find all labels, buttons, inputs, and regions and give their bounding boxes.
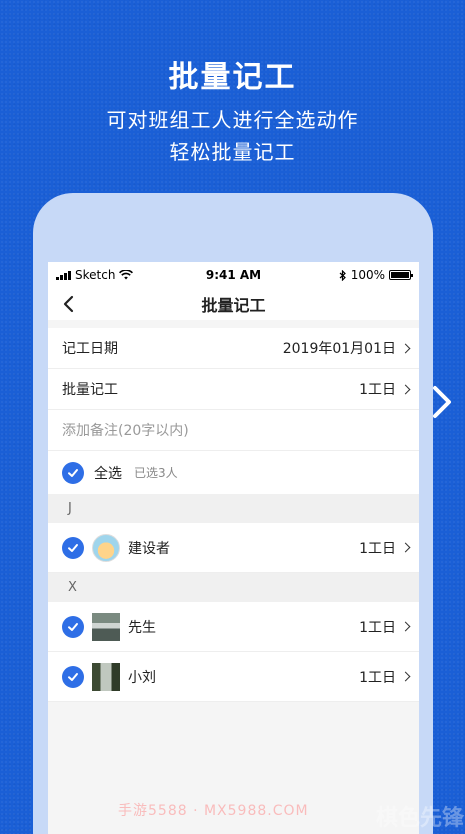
nav-bar: 批量记工 (48, 288, 419, 320)
batch-label: 批量记工 (62, 382, 118, 398)
back-button[interactable] (56, 292, 80, 316)
batch-value-text: 1工日 (359, 382, 396, 398)
checkmark-icon (68, 543, 78, 552)
member-checkbox[interactable] (62, 536, 84, 559)
member-value: 1工日 (359, 667, 411, 687)
date-label: 记工日期 (62, 341, 118, 357)
checkmark-icon (68, 672, 78, 681)
chevron-right-icon (400, 343, 411, 353)
select-all-checkbox[interactable] (62, 461, 84, 484)
checkmark-icon (68, 622, 78, 631)
status-right: 100% (339, 268, 413, 282)
member-value-text: 1工日 (359, 619, 396, 636)
phone-screen: Sketch 9:41 AM 100% 批量记工 记工日期 2019年01月01… (48, 262, 419, 834)
member-left: 先生 (62, 612, 359, 641)
member-row[interactable]: 小刘 1工日 (48, 652, 419, 702)
promo-subtitle: 可对班组工人进行全选动作 轻松批量记工 (0, 104, 465, 168)
chevron-right-icon (433, 386, 451, 418)
batch-value: 1工日 (359, 379, 411, 399)
avatar (92, 662, 120, 691)
promo-subtitle-line1: 可对班组工人进行全选动作 (106, 108, 359, 132)
member-value-text: 1工日 (359, 540, 396, 557)
selected-count: 已选3人 (134, 466, 178, 480)
member-value-text: 1工日 (359, 669, 396, 686)
status-bar: Sketch 9:41 AM 100% (48, 262, 419, 288)
member-name: 小刘 (128, 669, 156, 686)
member-left: 小刘 (62, 662, 359, 691)
chevron-right-icon (400, 671, 411, 682)
select-all-label: 全选 (94, 465, 122, 482)
member-row[interactable]: 先生 1工日 (48, 602, 419, 652)
wifi-icon (119, 270, 134, 280)
member-name: 建设者 (128, 540, 170, 557)
batch-row[interactable]: 批量记工 1工日 (48, 369, 419, 410)
watermark-logo: 棋色先锋 (376, 806, 465, 831)
bluetooth-icon (339, 269, 346, 281)
member-value: 1工日 (359, 538, 411, 558)
next-slide-button[interactable] (427, 384, 457, 420)
status-left: Sketch (56, 268, 134, 282)
battery-percent: 100% (350, 268, 385, 282)
avatar (92, 612, 120, 641)
signal-icon (56, 270, 71, 280)
select-all-row[interactable]: 全选 已选3人 (48, 451, 419, 494)
group-header-j: J (48, 494, 419, 523)
promo-title: 批量记工 (168, 60, 297, 95)
date-value-text: 2019年01月01日 (282, 341, 396, 357)
member-checkbox[interactable] (62, 665, 84, 688)
group-header-x: X (48, 573, 419, 602)
promo-subtitle-line2: 轻松批量记工 (169, 140, 296, 164)
carrier-name: Sketch (75, 268, 116, 282)
date-row[interactable]: 记工日期 2019年01月01日 (48, 328, 419, 369)
checkmark-icon (68, 468, 78, 477)
nav-title: 批量记工 (201, 296, 266, 315)
member-checkbox[interactable] (62, 615, 84, 638)
remark-placeholder: 添加备注(20字以内) (62, 423, 189, 439)
member-left: 建设者 (62, 533, 359, 562)
member-name: 先生 (128, 619, 156, 636)
chevron-right-icon (400, 384, 411, 394)
remark-input[interactable]: 添加备注(20字以内) (48, 410, 419, 451)
chevron-right-icon (400, 542, 411, 553)
chevron-right-icon (400, 621, 411, 632)
date-value: 2019年01月01日 (282, 338, 411, 358)
avatar (92, 533, 120, 562)
member-value: 1工日 (359, 617, 411, 637)
watermark-text: 手游5588 · MX5988.COM (118, 803, 309, 819)
chevron-left-icon (63, 295, 74, 313)
battery-icon (389, 270, 413, 280)
member-row[interactable]: 建设者 1工日 (48, 523, 419, 573)
